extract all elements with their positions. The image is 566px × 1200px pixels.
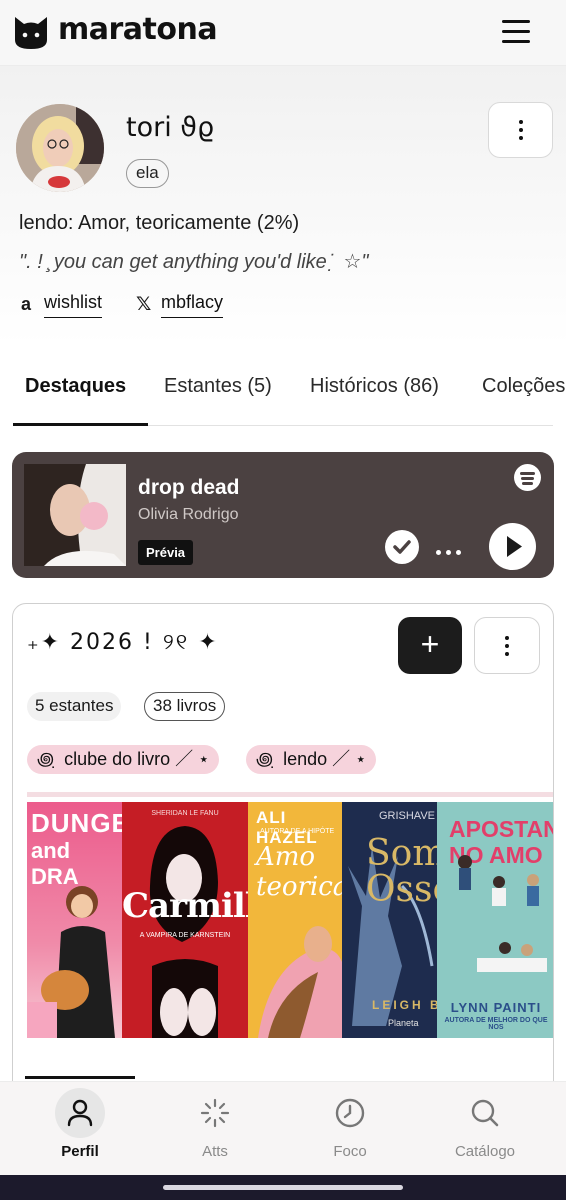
bottom-nav: Perfil Atts Foco Catálogo: [0, 1081, 566, 1175]
shelf-tag-lendo[interactable]: ꩜ ̣ lendo ／ ⋆: [246, 745, 377, 774]
cat-logo-icon[interactable]: [12, 13, 50, 51]
amazon-icon: a: [21, 294, 32, 314]
books-strip-edge: [27, 792, 553, 797]
pronoun-badge: ela: [126, 159, 169, 188]
collection-card: ₊✦ 2026 ! ୨୧ ✦ + 5 estantes 38 livros ꩜ …: [12, 603, 554, 1123]
tab-destaques[interactable]: Destaques: [25, 375, 126, 398]
shelves-count: 5 estantes: [27, 692, 122, 721]
play-icon[interactable]: [489, 523, 536, 570]
nav-atts[interactable]: Atts: [155, 1082, 275, 1176]
check-icon[interactable]: [385, 530, 419, 564]
nav-perfil[interactable]: Perfil: [20, 1082, 140, 1176]
nav-catalogo[interactable]: Catálogo: [425, 1082, 545, 1176]
book-cover[interactable]: GRISHAVE Some Osso LEIGH BAR Planeta: [342, 802, 437, 1038]
search-icon: [460, 1088, 510, 1138]
x-icon: 𝕏: [136, 294, 152, 315]
avatar[interactable]: [16, 104, 104, 192]
book-cover[interactable]: APOSTANI NO AMO LYNN PAINTI AUTORA DE ME…: [437, 802, 553, 1038]
album-cover: [24, 464, 126, 566]
preview-badge[interactable]: Prévia: [138, 540, 194, 565]
tab-historicos[interactable]: Históricos (86): [310, 375, 439, 398]
hamburger-menu-icon[interactable]: [498, 14, 534, 48]
tab-estantes[interactable]: Estantes (5): [164, 375, 272, 398]
person-icon: [55, 1088, 105, 1138]
more-horizontal-icon[interactable]: [436, 542, 468, 555]
nav-label: Catálogo: [454, 1143, 516, 1160]
spotify-song-card[interactable]: drop dead Olivia Rodrigo Prévia: [12, 452, 554, 578]
more-vertical-icon: [505, 635, 509, 656]
profile-username: tori ϑϱ: [126, 112, 215, 143]
x-profile-link[interactable]: mbflacy: [161, 290, 224, 318]
collection-title[interactable]: ₊✦ 2026 ! ୨୧ ✦: [27, 630, 219, 655]
book-cover[interactable]: DUNGE and DRA: [27, 802, 122, 1038]
book-cover[interactable]: ALI HAZEL AUTORA DE A HIPÓTE Amo teorica…: [248, 802, 342, 1038]
nav-foco[interactable]: Foco: [290, 1082, 410, 1176]
tab-colecoes[interactable]: Coleções: [482, 375, 565, 398]
song-artist: Olivia Rodrigo: [138, 506, 239, 523]
books-count: 38 livros: [144, 692, 226, 721]
clock-icon: [325, 1088, 375, 1138]
active-tab-indicator: [13, 423, 148, 426]
add-icon[interactable]: +: [398, 617, 462, 674]
nav-label: Perfil: [61, 1143, 99, 1160]
book-cover[interactable]: SHERIDAN LE FANU Carmilla A VAMPIRA DE K…: [122, 802, 248, 1038]
shelf-tag-clube-do-livro[interactable]: ꩜ ̣ clube do livro ／ ⋆: [27, 745, 220, 774]
top-bar: maratona: [0, 0, 566, 66]
profile-more-button[interactable]: [488, 102, 553, 158]
profile-bio: ". ! ̧ you can get anything you'd like ̇…: [19, 251, 369, 273]
more-vertical-icon: [518, 120, 523, 140]
spotify-icon[interactable]: [514, 464, 541, 491]
nav-label: Foco: [333, 1143, 367, 1160]
system-nav-bar: [0, 1175, 566, 1200]
nav-label: Atts: [202, 1143, 228, 1160]
app-logo-text[interactable]: maratona: [58, 12, 218, 47]
wishlist-link[interactable]: wishlist: [44, 290, 103, 318]
home-indicator[interactable]: [163, 1185, 403, 1190]
currently-reading[interactable]: lendo: Amor, teoricamente (2%): [19, 212, 299, 235]
loading-spark-icon: [190, 1088, 240, 1138]
profile-tabs: Destaques Estantes (5) Históricos (86) C…: [0, 360, 566, 428]
song-title: drop dead: [138, 476, 240, 499]
collection-more-button[interactable]: [474, 617, 540, 674]
collection-scroll-indicator: [25, 1076, 135, 1079]
